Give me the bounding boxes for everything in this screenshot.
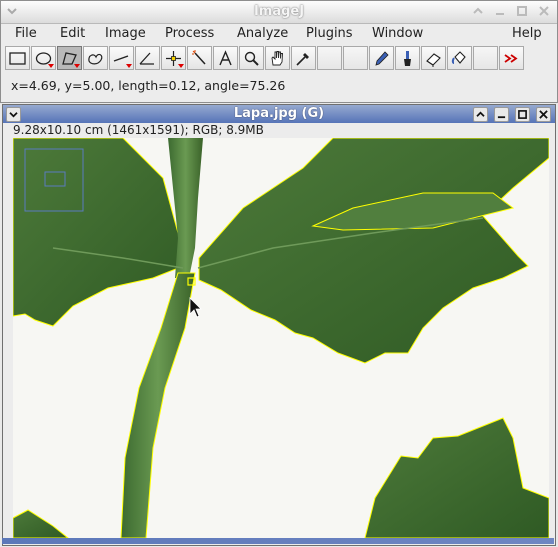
dropper-icon xyxy=(296,52,309,66)
angle-icon xyxy=(139,52,154,65)
flood-fill-tool[interactable] xyxy=(447,46,472,70)
angle-tool[interactable] xyxy=(135,46,160,70)
menu-edit[interactable]: Edit xyxy=(60,26,85,41)
leaf-image xyxy=(13,138,549,538)
wand-tool[interactable] xyxy=(187,46,212,70)
point-tool[interactable] xyxy=(161,46,186,70)
menu-plugins[interactable]: Plugins xyxy=(306,26,353,41)
image-info: 9.28x10.10 cm (1461x1591); RGB; 8.9MB xyxy=(13,123,264,137)
image-title-bar[interactable]: Lapa.jpg (G) xyxy=(3,105,555,123)
options-arrow-icon xyxy=(48,64,54,68)
polygon-tool[interactable] xyxy=(57,46,82,70)
toolbar xyxy=(5,46,553,72)
menu-window[interactable]: Window xyxy=(372,26,423,41)
menu-file[interactable]: File xyxy=(15,26,37,41)
image-window: Lapa.jpg (G) 9.28x10.10 cm (1461x1591); … xyxy=(2,104,556,546)
eraser-tool[interactable] xyxy=(421,46,446,70)
menu-process[interactable]: Process xyxy=(165,26,214,41)
rectangle-tool[interactable] xyxy=(5,46,30,70)
freehand-tool[interactable] xyxy=(83,46,108,70)
scrollbar-strip[interactable] xyxy=(2,538,554,544)
hand-tool[interactable] xyxy=(265,46,290,70)
imagej-title-bar[interactable]: ImageJ xyxy=(1,1,557,24)
empty-tool-slot[interactable] xyxy=(317,46,342,70)
menu-analyze[interactable]: Analyze xyxy=(237,26,288,41)
close-icon[interactable] xyxy=(537,4,551,18)
imagej-main-window: ImageJ File Edit Image Process Analyze P… xyxy=(0,0,558,103)
magnifier-tool[interactable] xyxy=(239,46,264,70)
empty-tool-slot[interactable] xyxy=(473,46,498,70)
shade-icon[interactable] xyxy=(471,4,485,18)
menu-bar: File Edit Image Process Analyze Plugins … xyxy=(1,23,557,45)
eraser-icon xyxy=(426,52,441,67)
options-arrow-icon xyxy=(126,64,132,68)
pencil-tool[interactable] xyxy=(369,46,394,70)
minimize-icon[interactable] xyxy=(493,4,507,18)
freehand-icon xyxy=(88,53,103,64)
text-tool[interactable] xyxy=(213,46,238,70)
maximize-icon[interactable] xyxy=(515,4,529,18)
menu-image[interactable]: Image xyxy=(105,26,146,41)
options-arrow-icon xyxy=(178,64,184,68)
status-bar: x=4.69, y=5.00, length=0.12, angle=75.26 xyxy=(11,78,286,93)
double-chevron-right-icon xyxy=(504,53,518,63)
brush-icon xyxy=(404,50,411,66)
dropper-tool[interactable] xyxy=(291,46,316,70)
minimize-icon[interactable] xyxy=(494,107,509,122)
close-icon[interactable] xyxy=(536,107,551,122)
text-icon xyxy=(219,49,232,65)
rectangle-icon xyxy=(9,51,26,65)
hand-icon xyxy=(271,50,283,65)
shade-icon[interactable] xyxy=(473,107,488,122)
magnifier-icon xyxy=(244,51,259,66)
empty-tool-slot[interactable] xyxy=(343,46,368,70)
bucket-icon xyxy=(451,50,466,64)
options-arrow-icon xyxy=(74,64,80,68)
image-canvas[interactable] xyxy=(13,138,549,538)
more-tools-button[interactable] xyxy=(499,46,524,70)
oval-tool[interactable] xyxy=(31,46,56,70)
maximize-icon[interactable] xyxy=(515,107,530,122)
menu-help[interactable]: Help xyxy=(512,26,542,41)
wand-icon xyxy=(192,49,206,65)
brush-tool[interactable] xyxy=(395,46,420,70)
pencil-icon xyxy=(375,50,389,66)
line-tool[interactable] xyxy=(109,46,134,70)
